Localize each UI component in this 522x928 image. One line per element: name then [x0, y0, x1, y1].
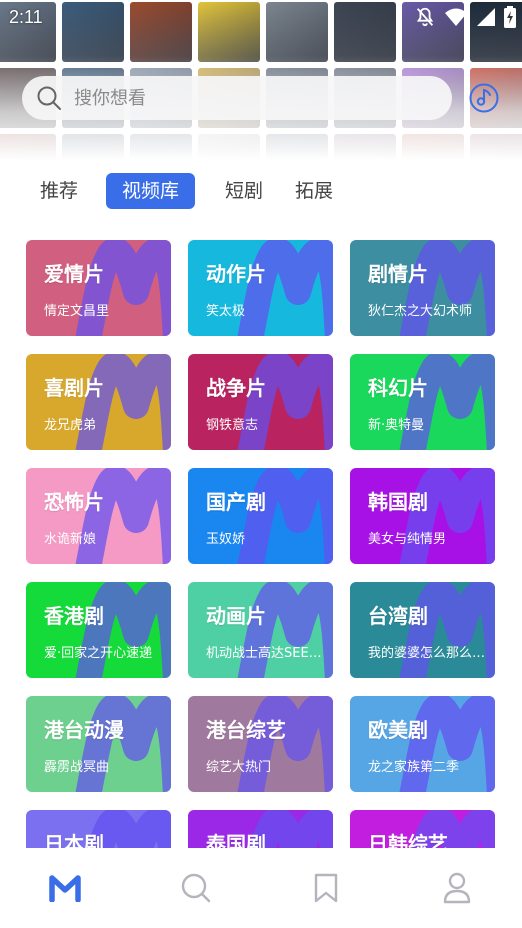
m-watermark-icon [75, 582, 171, 678]
category-subtitle: 新·奥特曼 [368, 418, 425, 433]
category-card[interactable]: 韩国剧 美女与纯情男 [350, 468, 495, 564]
m-watermark-icon [399, 468, 495, 564]
m-watermark-icon [237, 582, 333, 678]
m-watermark-icon [237, 240, 333, 336]
category-subtitle: 我的婆婆怎么那么… [368, 646, 486, 661]
app-screen: 2:11 搜你想看 推荐 视频库 短剧 拓展 爱情片 情定文昌里 动作片 笑太极… [0, 0, 522, 928]
category-subtitle: 玉奴娇 [206, 532, 246, 547]
nav-bookmarks[interactable] [296, 870, 356, 906]
tab-short-drama[interactable]: 短剧 [225, 173, 263, 209]
category-subtitle: 美女与纯情男 [368, 532, 447, 547]
category-card[interactable]: 国产剧 玉奴娇 [188, 468, 333, 564]
status-icons [414, 6, 516, 28]
m-watermark-icon [237, 468, 333, 564]
category-subtitle: 龙之家族第二季 [368, 760, 460, 775]
category-card[interactable]: 香港剧爱·回家之开心速递 [26, 582, 171, 678]
search-icon [181, 873, 210, 903]
category-title: 香港剧 [44, 604, 104, 628]
search-input[interactable] [74, 87, 404, 109]
category-tabs: 推荐 视频库 短剧 拓展 [26, 172, 365, 210]
category-card[interactable]: 欧美剧龙之家族第二季 [350, 696, 495, 792]
category-subtitle: 爱·回家之开心速递 [44, 646, 153, 661]
category-subtitle: 水诡新娘 [44, 532, 97, 547]
category-subtitle: 龙兄虎弟 [44, 418, 97, 433]
category-subtitle: 机动战士高达SEE… [206, 646, 322, 661]
category-subtitle: 狄仁杰之大幻术师 [368, 304, 473, 319]
category-title: 战争片 [206, 376, 266, 400]
m-watermark-icon [75, 354, 171, 450]
category-title: 港台综艺 [206, 718, 286, 742]
m-watermark-icon [75, 240, 171, 336]
category-subtitle: 笑太极 [206, 304, 246, 319]
category-card[interactable]: 动画片机动战士高达SEE… [188, 582, 333, 678]
status-bar: 2:11 [0, 0, 522, 36]
category-title: 剧情片 [368, 262, 428, 286]
category-card[interactable]: 剧情片狄仁杰之大幻术师 [350, 240, 495, 336]
category-subtitle: 综艺大热门 [206, 760, 272, 775]
category-card[interactable]: 恐怖片 水诡新娘 [26, 468, 171, 564]
bookmark-icon [315, 873, 338, 903]
user-icon [443, 872, 470, 904]
category-grid: 爱情片 情定文昌里 动作片 笑太极 剧情片 狄仁杰之大幻术师 喜剧片 龙兄虎弟 战争片 钢铁意志科… [26, 240, 496, 850]
battery-icon [504, 6, 516, 28]
m-watermark-icon [237, 354, 333, 450]
category-title: 欧美剧 [368, 718, 428, 742]
category-subtitle: 情定文昌里 [44, 304, 110, 319]
nav-home[interactable] [35, 870, 95, 906]
tab-recommend[interactable]: 推荐 [40, 173, 78, 209]
category-card[interactable]: 港台动漫 霹雳战冥曲 [26, 696, 171, 792]
m-watermark-icon [75, 696, 171, 792]
category-title: 港台动漫 [44, 718, 124, 742]
nav-search[interactable] [166, 870, 226, 906]
search-bar[interactable] [22, 76, 452, 120]
category-card[interactable]: 日韩综艺 [350, 810, 495, 850]
signal-icon [477, 8, 495, 26]
tab-extensions[interactable]: 拓展 [295, 173, 333, 209]
notifications-off-icon [416, 7, 434, 27]
bottom-nav [0, 848, 522, 928]
m-watermark-icon [399, 582, 495, 678]
category-card[interactable]: 日本剧 [26, 810, 171, 850]
m-watermark-icon [399, 240, 495, 336]
category-title: 恐怖片 [44, 490, 104, 514]
category-card[interactable]: 科幻片新·奥特曼 [350, 354, 495, 450]
category-subtitle: 霹雳战冥曲 [44, 760, 110, 775]
m-logo-icon [49, 875, 81, 902]
category-title: 日本剧 [44, 832, 104, 850]
category-card[interactable]: 战争片 钢铁意志 [188, 354, 333, 450]
category-title: 爱情片 [44, 262, 104, 286]
music-disc-icon[interactable] [468, 82, 500, 114]
category-title: 国产剧 [206, 490, 266, 514]
tab-video-library[interactable]: 视频库 [106, 173, 196, 209]
category-card[interactable]: 爱情片 情定文昌里 [26, 240, 171, 336]
search-icon [37, 86, 61, 110]
category-title: 韩国剧 [368, 490, 428, 514]
category-card[interactable]: 喜剧片 龙兄虎弟 [26, 354, 171, 450]
category-title: 动画片 [206, 604, 266, 628]
wifi-icon [445, 8, 467, 26]
category-card[interactable]: 港台综艺 综艺大热门 [188, 696, 333, 792]
category-title: 喜剧片 [44, 376, 104, 400]
m-watermark-icon [399, 696, 495, 792]
category-title: 科幻片 [368, 376, 428, 400]
m-watermark-icon [399, 354, 495, 450]
m-watermark-icon [237, 696, 333, 792]
status-time: 2:11 [9, 7, 43, 27]
category-title: 台湾剧 [368, 604, 428, 628]
nav-profile[interactable] [427, 870, 487, 906]
category-card[interactable]: 泰国剧 [188, 810, 333, 850]
category-subtitle: 钢铁意志 [206, 418, 259, 433]
category-title: 动作片 [206, 262, 266, 286]
category-title: 泰国剧 [206, 832, 266, 850]
category-card[interactable]: 台湾剧我的婆婆怎么那么… [350, 582, 495, 678]
category-card[interactable]: 动作片 笑太极 [188, 240, 333, 336]
category-title: 日韩综艺 [368, 832, 448, 850]
m-watermark-icon [75, 468, 171, 564]
